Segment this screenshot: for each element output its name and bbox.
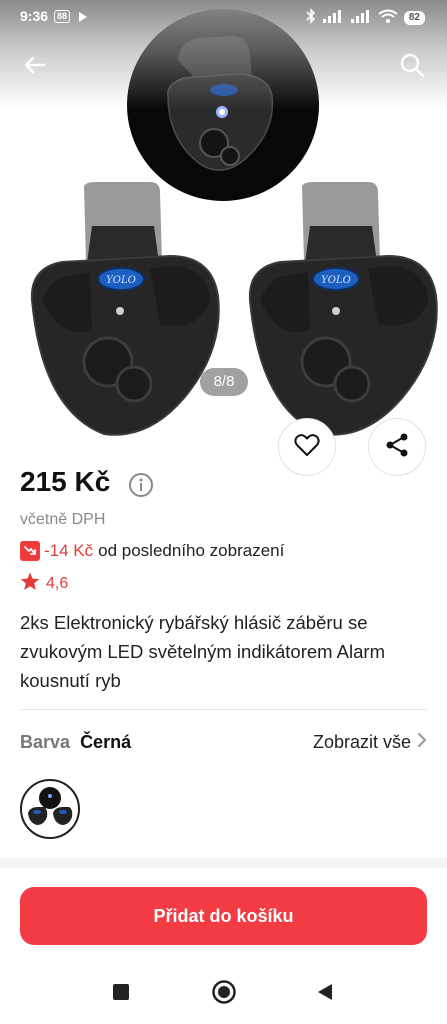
brand-label: YOLO [321,275,351,286]
product-gallery[interactable]: YOLO YOLO 8/8 [0,0,447,458]
rating[interactable]: 4,6 [20,572,68,596]
price-drop-row: -14 Kč od posledního zobrazení [20,541,284,561]
signal-icon [350,9,372,26]
bluetooth-icon [306,8,316,27]
system-navigation-bar [0,964,447,1024]
back-arrow-icon[interactable] [20,50,50,80]
rating-value: 4,6 [46,575,69,592]
variant-label: Barva [20,732,71,752]
variant-value: Černá [80,732,132,752]
show-all-link[interactable]: Zobrazit vše [313,732,427,753]
variant-swatch[interactable] [20,779,80,839]
product-title: 2ks Elektronický rybářský hlásič záběru … [20,612,385,691]
wifi-icon [378,9,398,26]
play-icon [78,10,88,26]
image-counter: 8/8 [200,368,248,396]
info-icon[interactable] [128,472,154,503]
share-icon [384,432,410,463]
brand-label: YOLO [106,275,136,286]
price-drop-value: -14 Kč [44,541,94,560]
price-drop-text: od posledního zobrazení [98,541,285,560]
swatch-thumbnail [28,787,73,825]
chevron-right-icon [417,732,427,753]
divider [20,709,427,710]
status-bar: 9:36 88 82 [0,0,447,34]
home-button[interactable] [211,980,237,1010]
variant-selector[interactable]: Barva Černá Zobrazit vše [20,732,427,758]
heart-icon [294,433,320,462]
signal-icon [322,9,344,26]
battery-indicator: 82 [403,10,425,25]
notification-badge: 88 [54,10,71,23]
vat-note: včetně DPH [20,511,106,528]
recents-button[interactable] [111,982,131,1007]
add-to-cart-button[interactable]: Přidat do košíku [20,887,427,945]
star-icon [20,572,40,596]
search-icon[interactable] [397,50,427,80]
status-time: 9:36 [20,8,49,24]
share-button[interactable] [368,418,426,476]
price-drop-icon [20,541,40,561]
show-all-label: Zobrazit vše [312,732,411,752]
product-price: 215 Kč [20,466,111,497]
section-separator [0,858,447,868]
wishlist-button[interactable] [278,418,336,476]
back-button[interactable] [315,982,335,1007]
